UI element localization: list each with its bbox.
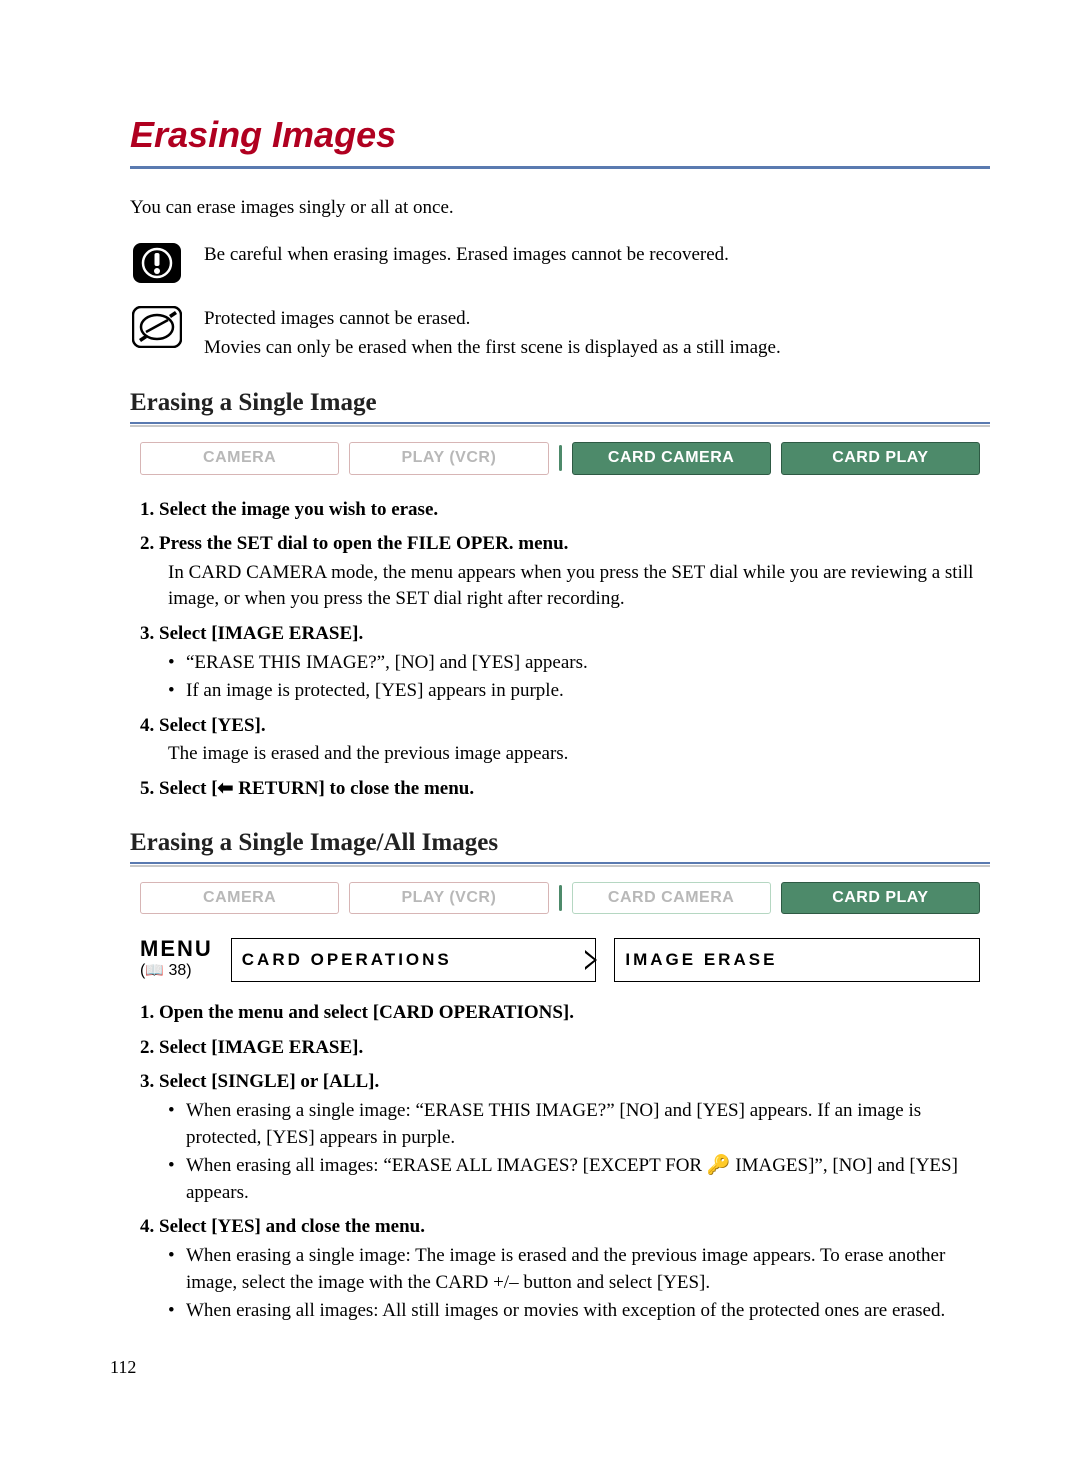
warning-icon bbox=[132, 242, 182, 284]
mode-camera-2: CAMERA bbox=[140, 882, 339, 914]
s1-step4: 4. Select [YES]. bbox=[140, 713, 990, 740]
mode-card-play: CARD PLAY bbox=[781, 442, 980, 474]
mode-separator bbox=[559, 445, 562, 471]
note-block: Protected images cannot be erased. Movie… bbox=[130, 306, 990, 363]
warning-text: Be careful when erasing images. Erased i… bbox=[204, 242, 990, 269]
book-icon: 📖 bbox=[145, 962, 164, 979]
mode-separator-2 bbox=[559, 885, 562, 911]
section-heading-single: Erasing a Single Image bbox=[130, 385, 990, 424]
intro-text: You can erase images singly or all at on… bbox=[130, 195, 990, 222]
mode-row-2: CAMERA PLAY (VCR) CARD CAMERA CARD PLAY bbox=[130, 878, 990, 928]
mode-row-1: CAMERA PLAY (VCR) CARD CAMERA CARD PLAY bbox=[130, 438, 990, 488]
s1-step3-bullet1: “ERASE THIS IMAGE?”, [NO] and [YES] appe… bbox=[168, 650, 990, 677]
mode-card-camera-2: CARD CAMERA bbox=[572, 882, 771, 914]
s1-step1: 1. Select the image you wish to erase. bbox=[140, 497, 990, 524]
mode-play-vcr-2: PLAY (VCR) bbox=[349, 882, 548, 914]
page-number: 112 bbox=[110, 1355, 990, 1380]
s2-step4-bullet1: When erasing a single image: The image i… bbox=[168, 1243, 990, 1296]
mode-card-play-2: CARD PLAY bbox=[781, 882, 980, 914]
mode-card-camera: CARD CAMERA bbox=[572, 442, 771, 474]
mode-play-vcr: PLAY (VCR) bbox=[349, 442, 548, 474]
s2-step3: 3. Select [SINGLE] or [ALL]. bbox=[140, 1069, 990, 1096]
s2-step3-bullet1: When erasing a single image: “ERASE THIS… bbox=[168, 1098, 990, 1151]
menu-breadcrumb: MENU (📖 38) CARD OPERATIONS IMAGE ERASE bbox=[140, 938, 980, 982]
note-text-2: Movies can only be erased when the first… bbox=[204, 335, 990, 362]
menu-label: MENU (📖 38) bbox=[140, 938, 213, 982]
s2-step3-bullet2: When erasing all images: “ERASE ALL IMAG… bbox=[168, 1153, 990, 1206]
s1-step3-bullet2: If an image is protected, [YES] appears … bbox=[168, 678, 990, 705]
s1-step2-body: In CARD CAMERA mode, the menu appears wh… bbox=[168, 560, 990, 613]
section-heading-all: Erasing a Single Image/All Images bbox=[130, 825, 990, 864]
s1-step2: 2. Press the SET dial to open the FILE O… bbox=[140, 531, 990, 558]
submenu-arrow-icon bbox=[585, 950, 597, 970]
s2-step4: 4. Select [YES] and close the menu. bbox=[140, 1214, 990, 1241]
s1-step5: 5. Select [⬅ RETURN] to close the menu. bbox=[140, 776, 990, 803]
s2-step1: 1. Open the menu and select [CARD OPERAT… bbox=[140, 1000, 990, 1027]
mode-camera: CAMERA bbox=[140, 442, 339, 474]
menu-cell-card-operations: CARD OPERATIONS bbox=[231, 938, 597, 982]
page-title: Erasing Images bbox=[130, 110, 990, 169]
note-text-1: Protected images cannot be erased. bbox=[204, 306, 990, 333]
warning-block: Be careful when erasing images. Erased i… bbox=[130, 242, 990, 284]
s2-step4-bullet2: When erasing all images: All still image… bbox=[168, 1298, 990, 1325]
s2-step2: 2. Select [IMAGE ERASE]. bbox=[140, 1035, 990, 1062]
s1-step4-body: The image is erased and the previous ima… bbox=[168, 741, 990, 768]
s1-step3: 3. Select [IMAGE ERASE]. bbox=[140, 621, 990, 648]
note-icon bbox=[132, 306, 182, 348]
menu-cell-image-erase: IMAGE ERASE bbox=[614, 938, 980, 982]
